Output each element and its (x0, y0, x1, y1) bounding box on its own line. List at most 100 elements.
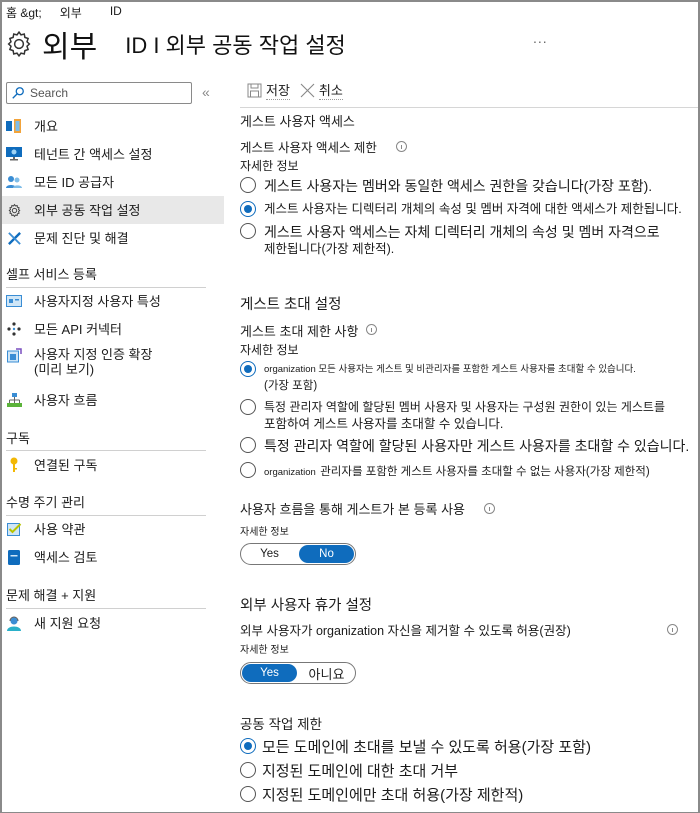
search-box[interactable] (6, 82, 192, 104)
leave-settings-section-title: 외부 사용자 휴가 설정 (240, 598, 373, 614)
section-subscriptions: 구독 (6, 431, 30, 446)
sidebar-item-label: 액세스 검토 (34, 549, 98, 565)
save-icon (247, 83, 262, 97)
sidebar-item-label: 모든 API 커넥터 (34, 321, 122, 337)
cancel-button[interactable]: 취소 (300, 80, 343, 100)
guest-access-learn-more[interactable]: 자세한 정보 (240, 157, 299, 174)
sidebar-item-label: 연결된 구독 (34, 457, 98, 473)
guest-access-option-1[interactable]: 게스트 사용자는 멤버와 동일한 액세스 권한을 갖습니다(가장 포함). (240, 177, 652, 195)
guest-access-option-3[interactable]: 게스트 사용자 액세스는 자체 디렉터리 개체의 속성 및 멤버 자격으로 제한… (240, 223, 660, 258)
toggle-yes[interactable]: Yes (242, 545, 297, 563)
radio-button-selected[interactable] (240, 738, 256, 754)
radio-button-selected[interactable] (240, 201, 256, 217)
save-button[interactable]: 저장 (247, 80, 290, 100)
info-icon[interactable] (396, 141, 407, 152)
collab-option-1[interactable]: 모든 도메인에 초대를 보낼 수 있도록 허용(가장 포함) (240, 738, 591, 757)
command-bar: 저장 취소 (247, 80, 353, 100)
section-troubleshooting: 문제 해결 + 지원 (6, 588, 97, 603)
sidebar-item-auth-extensions[interactable]: 사용자 지정 인증 확장 (미리 보기) (2, 343, 224, 383)
sidebar-item-diagnose[interactable]: 문제 진단 및 해결 (2, 224, 224, 252)
info-icon[interactable] (667, 624, 678, 635)
guest-access-option-2[interactable]: 게스트 사용자는 디렉터리 개체의 속성 및 멤버 자격에 대한 액세스가 제한… (240, 201, 682, 218)
radio-button[interactable] (240, 462, 256, 478)
guest-invite-option-3[interactable]: 특정 관리자 역할에 할당된 사용자만 게스트 사용자를 초대할 수 있습니다. (240, 437, 689, 455)
radio-button[interactable] (240, 223, 256, 239)
collab-restrictions-section-title: 공동 작업 제한 (240, 717, 323, 732)
more-options-button[interactable]: ... (533, 30, 548, 46)
gear-icon (6, 202, 22, 218)
gear-icon (7, 30, 31, 58)
guest-invite-option-1[interactable]: organization 모든 사용자는 게스트 및 비관리자를 포함한 게스트… (240, 361, 636, 395)
sidebar-item-api-connectors[interactable]: 모든 API 커넥터 (2, 315, 224, 343)
close-icon (300, 83, 315, 97)
toggle-no[interactable]: 아니요 (299, 664, 354, 682)
guest-access-section-title: 게스트 사용자 액세스 (240, 114, 355, 129)
sidebar-item-label: 테넌트 간 액세스 설정 (34, 146, 153, 162)
radio-button-selected[interactable] (240, 361, 256, 377)
cancel-label: 취소 (318, 80, 343, 100)
sidebar-item-terms-of-use[interactable]: 사용 약관 (2, 515, 224, 543)
page-title: 외부 (42, 31, 98, 64)
radio-button[interactable] (240, 762, 256, 778)
breadcrumb-external[interactable]: 외부 (60, 4, 82, 21)
sidebar-item-cross-tenant[interactable]: 테넌트 간 액세스 설정 (2, 140, 224, 168)
sidebar-item-label: 새 지원 요청 (34, 615, 102, 631)
collab-option-2[interactable]: 지정된 도메인에 대한 초대 거부 (240, 762, 458, 781)
sidebar-item-custom-attributes[interactable]: 사용자지정 사용자 특성 (2, 287, 224, 315)
leave-settings-learn-more[interactable]: 자세한 정보 (240, 641, 289, 656)
radio-button[interactable] (240, 399, 256, 415)
extension-icon (6, 347, 22, 363)
user-flow-icon (6, 392, 22, 408)
toggle-yes[interactable]: Yes (242, 664, 297, 682)
guest-invite-learn-more[interactable]: 자세한 정보 (240, 341, 299, 358)
sidebar-item-overview[interactable]: 개요 (2, 112, 224, 140)
sidebar-item-label: 사용자 흐름 (34, 392, 98, 408)
collapse-sidebar-button[interactable]: « (202, 84, 210, 100)
toggle-no[interactable]: No (299, 545, 354, 563)
sidebar-item-identity-providers[interactable]: 모든 ID 공급자 (2, 168, 224, 196)
sidebar-item-label: 외부 공동 작업 설정 (34, 202, 141, 218)
section-lifecycle: 수명 주기 관리 (6, 495, 85, 510)
radio-button[interactable] (240, 786, 256, 802)
leave-settings-toggle[interactable]: Yes 아니요 (240, 662, 356, 684)
api-connector-icon (6, 321, 22, 337)
guest-invite-option-4[interactable]: organization 관리자를 포함한 게스트 사용자를 초대할 수 없는 … (240, 462, 650, 480)
guest-invite-label: 게스트 초대 제한 사항 (240, 324, 359, 339)
users-icon (6, 174, 22, 190)
page-header: 외부 ID I 외부 공동 작업 설정 (4, 24, 346, 64)
self-service-toggle[interactable]: Yes No (240, 543, 356, 565)
sidebar-item-label: 개요 (34, 118, 58, 134)
sidebar-item-sublabel: (미리 보기) (34, 362, 95, 377)
breadcrumb-home[interactable]: 홈 &gt; (6, 4, 42, 21)
sidebar-item-new-support-request[interactable]: 새 지원 요청 (2, 609, 224, 637)
sidebar-item-label: 문제 진단 및 해결 (34, 230, 129, 246)
breadcrumb-id[interactable]: ID (110, 4, 122, 21)
key-icon (6, 457, 22, 473)
radio-button[interactable] (240, 177, 256, 193)
sidebar-item-linked-subscriptions[interactable]: 연결된 구독 (2, 451, 224, 479)
save-label: 저장 (266, 80, 290, 100)
sidebar-item-external-collab[interactable]: 외부 공동 작업 설정 (2, 196, 224, 224)
search-input[interactable] (30, 86, 180, 100)
radio-button[interactable] (240, 437, 256, 453)
collab-option-3[interactable]: 지정된 도메인에만 초대 허용(가장 제한적) (240, 786, 523, 805)
sidebar-item-label: 사용자 지정 인증 확장 (34, 347, 153, 362)
info-icon[interactable] (366, 324, 377, 335)
support-icon (6, 615, 22, 631)
checkbox-icon (6, 521, 22, 537)
guest-invite-option-2[interactable]: 특정 관리자 역할에 할당된 멤버 사용자 및 사용자는 구성원 권한이 있는 … (240, 399, 665, 433)
leave-settings-label: 외부 사용자가 organization 자신을 제거할 수 있도록 허용(권장… (240, 624, 571, 638)
self-service-learn-more[interactable]: 자세한 정보 (240, 523, 289, 538)
sidebar-item-user-flows[interactable]: 사용자 흐름 (2, 386, 224, 414)
breadcrumb: 홈 &gt; 외부 ID (6, 4, 122, 21)
divider (240, 107, 698, 108)
sidebar-item-access-reviews[interactable]: 액세스 검토 (2, 543, 224, 571)
self-service-label: 사용자 흐름을 통해 게스트가 본 등록 사용 (240, 502, 465, 517)
monitor-icon (6, 146, 22, 162)
search-icon (12, 87, 24, 99)
attributes-icon (6, 293, 22, 309)
info-icon[interactable] (484, 503, 495, 514)
page-subtitle: ID I 외부 공동 작업 설정 (125, 33, 346, 58)
sidebar-item-label: 사용 약관 (34, 521, 86, 537)
sidebar-item-label: 모든 ID 공급자 (34, 174, 115, 190)
